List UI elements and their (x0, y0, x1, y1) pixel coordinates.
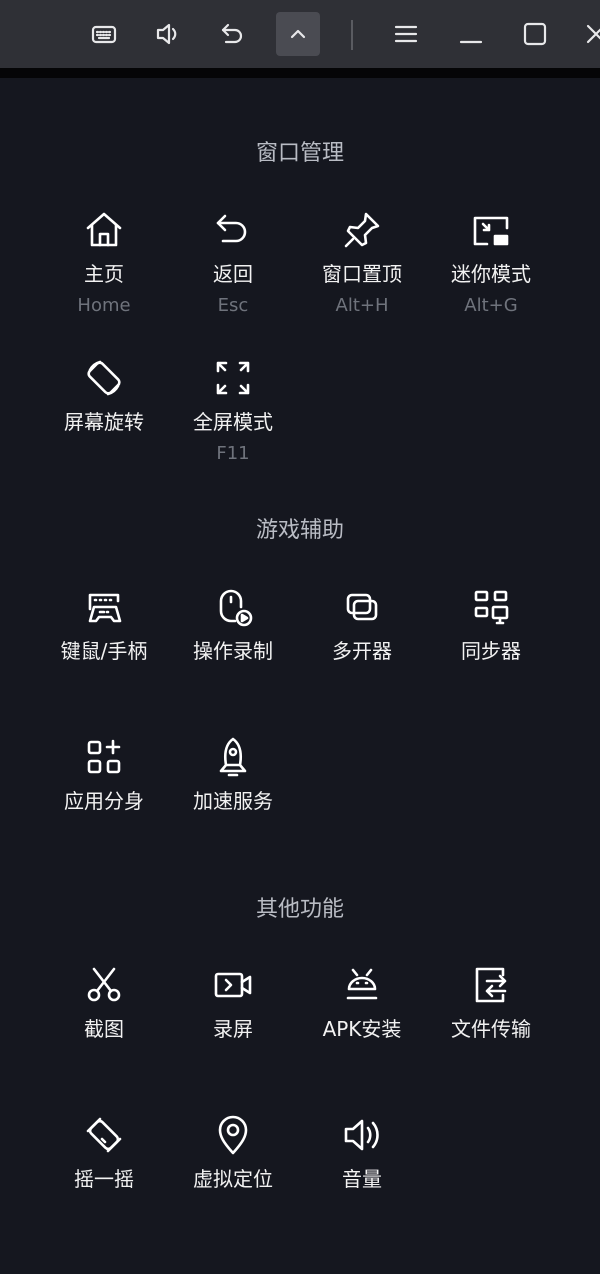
tool-pin-button[interactable]: 窗口置顶 Alt+H (298, 206, 426, 316)
minimize-icon (459, 40, 483, 44)
toolbar-shadow (0, 68, 600, 78)
tool-label: 多开器 (332, 639, 392, 663)
menu-icon (394, 25, 418, 43)
close-icon (586, 24, 600, 44)
scissors-icon (80, 961, 128, 1009)
section-title: 窗口管理 (255, 141, 344, 166)
volume-icon (338, 1111, 386, 1159)
tool-multi-button[interactable]: 多开器 (298, 583, 426, 664)
tool-volume-button[interactable]: 音量 (298, 1111, 426, 1192)
tool-record-op-button[interactable]: 操作录制 (169, 583, 297, 664)
tool-label: 全屏模式 (193, 410, 273, 434)
tool-label: 主页 (84, 262, 124, 286)
tool-scissors-button[interactable]: 截图 (40, 961, 168, 1042)
maximize-button[interactable] (513, 12, 557, 56)
tool-label: 应用分身 (64, 789, 144, 813)
tool-label: 音量 (342, 1167, 382, 1191)
tool-location-button[interactable]: 虚拟定位 (169, 1111, 297, 1192)
toolbar-divider (351, 20, 353, 50)
minimize-button[interactable] (449, 12, 493, 56)
tool-label: 迷你模式 (451, 262, 531, 286)
section-title: 其他功能 (255, 897, 344, 922)
shortcut-hint: Esc (217, 295, 249, 316)
rocket-icon (209, 733, 257, 781)
pin-icon (338, 206, 386, 254)
multi-icon (338, 583, 386, 631)
tool-label: 截图 (84, 1017, 124, 1041)
tool-back-button[interactable]: 返回 Esc (169, 206, 297, 316)
tool-rocket-button[interactable]: 加速服务 (169, 733, 297, 814)
back-icon (209, 206, 257, 254)
mini-icon (467, 206, 515, 254)
tool-mini-button[interactable]: 迷你模式 Alt+G (427, 206, 555, 316)
tool-shake-button[interactable]: 摇一摇 (40, 1111, 168, 1192)
tool-label: APK安装 (322, 1017, 402, 1041)
shortcut-hint: F11 (216, 443, 250, 464)
clone-icon (80, 733, 128, 781)
gamepad-icon (80, 583, 128, 631)
keyboard-button[interactable] (82, 12, 126, 56)
tool-label: 窗口置顶 (322, 262, 402, 286)
volume-button[interactable] (146, 12, 190, 56)
location-icon (209, 1111, 257, 1159)
keyboard-icon (91, 25, 117, 44)
section-title: 游戏辅助 (255, 518, 344, 543)
record-op-icon (209, 583, 257, 631)
tool-label: 键鼠/手柄 (60, 639, 148, 663)
shortcut-hint: Alt+H (335, 295, 389, 316)
tool-transfer-button[interactable]: 文件传输 (427, 961, 555, 1042)
rotate-icon (80, 354, 128, 402)
tool-video-button[interactable]: 录屏 (169, 961, 297, 1042)
tool-clone-button[interactable]: 应用分身 (40, 733, 168, 814)
tool-label: 同步器 (461, 639, 521, 663)
tool-sync-button[interactable]: 同步器 (427, 583, 555, 664)
android-icon (338, 961, 386, 1009)
shortcut-hint: Home (77, 295, 131, 316)
tool-label: 虚拟定位 (193, 1167, 273, 1191)
fullscreen-icon (209, 354, 257, 402)
maximize-icon (523, 22, 547, 46)
tool-gamepad-button[interactable]: 键鼠/手柄 (40, 583, 168, 664)
sync-icon (467, 583, 515, 631)
top-toolbar (0, 0, 600, 78)
home-icon (80, 206, 128, 254)
video-icon (209, 961, 257, 1009)
tool-label: 文件传输 (451, 1017, 531, 1041)
chevron-up-icon (290, 29, 306, 39)
tool-label: 操作录制 (193, 639, 273, 663)
collapse-button[interactable] (276, 12, 320, 56)
tool-fullscreen-button[interactable]: 全屏模式 F11 (169, 354, 297, 464)
shortcut-hint: Alt+G (464, 295, 518, 316)
menu-button[interactable] (384, 12, 428, 56)
tool-label: 录屏 (213, 1017, 253, 1041)
shake-icon (80, 1111, 128, 1159)
undo-icon (221, 23, 243, 44)
back-button[interactable] (211, 12, 255, 56)
close-button[interactable] (574, 12, 600, 56)
tool-rotate-button[interactable]: 屏幕旋转 (40, 354, 168, 435)
tool-label: 加速服务 (193, 789, 273, 813)
tool-android-button[interactable]: APK安装 (298, 961, 426, 1042)
tool-home-button[interactable]: 主页 Home (40, 206, 168, 316)
volume-icon (156, 23, 177, 45)
tool-label: 摇一摇 (74, 1167, 134, 1191)
transfer-icon (467, 961, 515, 1009)
tool-label: 返回 (213, 262, 253, 286)
tool-label: 屏幕旋转 (64, 410, 144, 434)
